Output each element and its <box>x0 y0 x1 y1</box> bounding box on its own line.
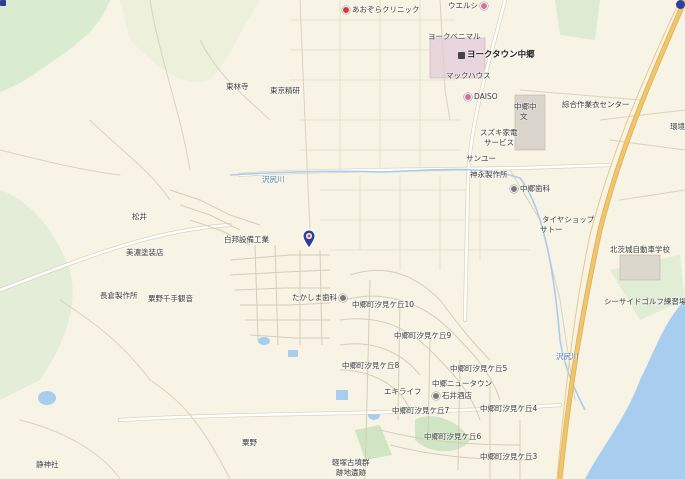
label-kurino-kannon: 粟野千手観音 <box>148 294 193 303</box>
shop-icon <box>480 1 488 10</box>
poi-yorktown[interactable]: ヨークタウン中郷 <box>458 51 535 60</box>
building-icon <box>458 52 465 59</box>
label-sawaba-river-2: 沢尻川 <box>556 352 579 361</box>
shop-icon <box>464 92 472 101</box>
poi-aozora-clinic[interactable]: あおぞらクリニック <box>342 4 420 15</box>
label-suzuki-kaden: スズキ家電 <box>480 128 518 137</box>
label-hakuhou-setsubi: 白邦設備工業 <box>224 235 269 244</box>
label-shiomigaoka7: 中郷町汐見ケ丘7 <box>392 406 450 415</box>
label-mishima-tosou: 美濃塗装店 <box>126 248 164 257</box>
label-sawaba-river-1: 沢尻川 <box>262 175 285 184</box>
label-sogo-sagyoi: 綜合作業衣センター <box>562 100 630 109</box>
map-canvas[interactable]: あおぞらクリニック ウエルシ ヨークベニマル ヨークタウン中郷 マックハウス D… <box>0 0 685 479</box>
label-school-mark: 文 <box>520 112 528 121</box>
label-tokurin: 東林寺 <box>226 82 249 91</box>
label-shiomigaoka8: 中郷町汐見ケ丘8 <box>342 361 400 370</box>
label-ruins-2: 跡地遺跡 <box>336 468 366 477</box>
label-seaside-golf: シーサイドゴルフ練習場 <box>604 297 685 306</box>
label-shiomigaoka9: 中郷町汐見ケ丘9 <box>394 331 452 340</box>
label-service: サービス <box>484 138 514 147</box>
corner-marker-icon <box>676 0 685 9</box>
label-toukyo-seiken: 東京精研 <box>270 86 300 95</box>
label-kurino: 粟野 <box>242 438 257 447</box>
poi-nakago-dental[interactable]: 中郷歯科 <box>510 183 550 194</box>
map-base-layer <box>0 0 685 479</box>
label-nagakura-seisakusho: 長倉製作所 <box>100 291 138 300</box>
dental-icon <box>339 293 347 302</box>
label-shizu-shrine: 静神社 <box>36 460 59 469</box>
label-matsui: 松井 <box>132 212 147 221</box>
label-jinei-seisakusho: 神永製作所 <box>470 170 508 179</box>
poi-yorkbenimaru[interactable]: ヨークベニマル <box>428 31 481 42</box>
label-shiomigaoka6: 中郷町汐見ケ丘6 <box>424 432 482 441</box>
label-shiomigaoka3: 中郷町汐見ケ丘3 <box>480 452 538 461</box>
corner-marker-icon <box>0 0 6 6</box>
poi-takashima-dental[interactable]: たかしま歯科 <box>292 292 347 303</box>
label-shiomigaoka5: 中郷町汐見ケ丘5 <box>450 364 508 373</box>
hospital-icon <box>342 5 350 14</box>
shop-icon <box>432 391 440 400</box>
label-nakago-jh: 中郷中 <box>514 102 537 111</box>
label-ekilife: エキライフ <box>384 387 422 396</box>
dental-icon <box>510 184 518 193</box>
location-pin[interactable] <box>302 229 316 249</box>
label-nakago-newtown: 中郷ニュータウン <box>432 379 492 388</box>
dental-pin-icon <box>302 229 316 249</box>
poi-ishii-saketen[interactable]: 石井酒店 <box>432 390 472 401</box>
label-sanyu: サンユー <box>466 154 496 163</box>
poi-welcia[interactable]: ウエルシ <box>448 0 488 11</box>
label-mac-house: マックハウス <box>446 71 491 80</box>
label-kankyo: 環境 <box>670 122 685 131</box>
label-satou: サトー <box>540 225 563 234</box>
label-shiomigaoka10: 中郷町汐見ケ丘10 <box>352 300 415 309</box>
label-tire-shop: タイヤショップ <box>542 215 595 224</box>
poi-daiso[interactable]: DAISO <box>464 92 498 101</box>
label-shiomigaoka4: 中郷町汐見ケ丘4 <box>480 404 538 413</box>
label-kitaibaraki-driving: 北茨城自動車学校 <box>610 245 670 254</box>
label-ruins-1: 軽塚古墳群 <box>332 458 370 467</box>
